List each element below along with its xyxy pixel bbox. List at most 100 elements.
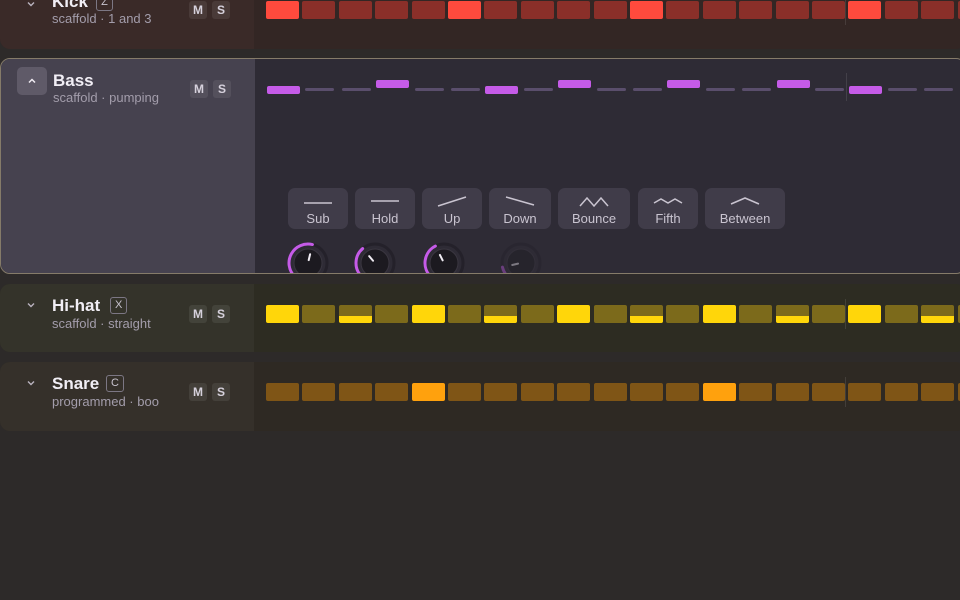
step-cell[interactable] [666,383,700,401]
bass-note[interactable] [485,86,519,94]
solo-button[interactable]: S [212,305,230,323]
mute-button[interactable]: M [190,80,208,98]
collapse-button[interactable] [17,67,47,95]
bass-note[interactable] [267,86,300,94]
step-cell[interactable] [775,1,809,19]
track-name: Bass [53,71,94,90]
solo-button[interactable]: S [212,383,230,401]
bass-rest[interactable] [924,88,954,91]
step-cell[interactable] [484,1,518,19]
step-cell[interactable] [666,1,700,19]
shape-button-sub[interactable]: Sub [288,188,348,229]
knob-vol[interactable] [286,241,330,273]
step-cell[interactable] [702,305,736,323]
step-cell[interactable] [484,305,518,323]
bass-rest[interactable] [633,88,662,91]
step-cell[interactable] [411,305,445,323]
shape-button-up[interactable]: Up [422,188,482,229]
bass-rest[interactable] [523,88,553,91]
chevron-down-icon[interactable] [25,377,39,391]
step-cell[interactable] [557,305,591,323]
step-cell[interactable] [302,305,336,323]
step-cell[interactable] [593,383,627,401]
shape-button-between[interactable]: Between [705,188,785,229]
step-cell[interactable] [411,1,445,19]
bass-note[interactable] [776,80,810,88]
step-cell[interactable] [702,1,736,19]
bass-rest[interactable] [742,88,772,91]
bass-note[interactable] [667,80,701,88]
step-cell[interactable] [739,1,773,19]
step-cell[interactable] [520,305,554,323]
step-cell[interactable] [411,383,445,401]
step-cell[interactable] [448,305,481,323]
step-cell[interactable] [630,305,663,323]
mute-button[interactable]: M [189,383,207,401]
shape-button-fifth[interactable]: Fifth [638,188,698,229]
step-cell[interactable] [848,383,882,401]
solo-button[interactable]: S [213,80,231,98]
bass-note[interactable] [558,80,592,88]
step-cell[interactable] [557,383,591,401]
step-cell[interactable] [921,383,955,401]
step-cell[interactable] [266,383,299,401]
step-cell[interactable] [630,1,663,19]
bass-rest[interactable] [815,88,844,91]
step-cell[interactable] [812,383,845,401]
bass-rest[interactable] [451,88,480,91]
step-cell[interactable] [448,383,481,401]
step-cell[interactable] [921,1,955,19]
bass-rest[interactable] [305,88,335,91]
bass-note[interactable] [376,80,410,88]
step-cell[interactable] [666,305,700,323]
step-cell[interactable] [593,305,627,323]
step-cell[interactable] [775,383,809,401]
step-cell[interactable] [266,1,299,19]
bass-rest[interactable] [414,88,444,91]
step-cell[interactable] [375,305,409,323]
chevron-down-icon[interactable] [25,299,39,313]
bass-rest[interactable] [705,88,735,91]
step-cell[interactable] [884,305,918,323]
step-cell[interactable] [848,305,882,323]
step-cell[interactable] [338,305,372,323]
keyboard-shortcut-badge: Z [96,0,113,11]
step-cell[interactable] [630,383,663,401]
step-cell[interactable] [593,1,627,19]
step-cell[interactable] [848,1,882,19]
shape-button-bounce[interactable]: Bounce [558,188,630,229]
step-cell[interactable] [739,383,773,401]
step-cell[interactable] [302,383,336,401]
shape-button-hold[interactable]: Hold [355,188,415,229]
step-cell[interactable] [484,383,518,401]
shape-button-down[interactable]: Down [489,188,551,229]
step-cell[interactable] [739,305,773,323]
step-cell[interactable] [812,1,845,19]
bass-rest[interactable] [596,88,626,91]
step-cell[interactable] [520,1,554,19]
step-cell[interactable] [702,383,736,401]
step-cell[interactable] [266,305,299,323]
bass-rest[interactable] [341,88,371,91]
chevron-down-icon[interactable] [25,0,39,12]
step-cell[interactable] [520,383,554,401]
step-cell[interactable] [884,383,918,401]
step-cell[interactable] [884,1,918,19]
step-cell[interactable] [448,1,481,19]
step-cell[interactable] [375,1,409,19]
step-cell[interactable] [338,383,372,401]
step-cell[interactable] [302,1,336,19]
step-cell[interactable] [812,305,845,323]
step-cell[interactable] [557,1,591,19]
mute-button[interactable]: M [189,1,207,19]
knob-depth[interactable] [353,241,397,273]
step-cell[interactable] [921,305,955,323]
step-cell[interactable] [338,1,372,19]
knob-growl[interactable] [422,241,466,273]
bass-rest[interactable] [887,88,917,91]
mute-button[interactable]: M [189,305,207,323]
step-cell[interactable] [775,305,809,323]
bass-note[interactable] [849,86,883,94]
solo-button[interactable]: S [212,1,230,19]
step-cell[interactable] [375,383,409,401]
